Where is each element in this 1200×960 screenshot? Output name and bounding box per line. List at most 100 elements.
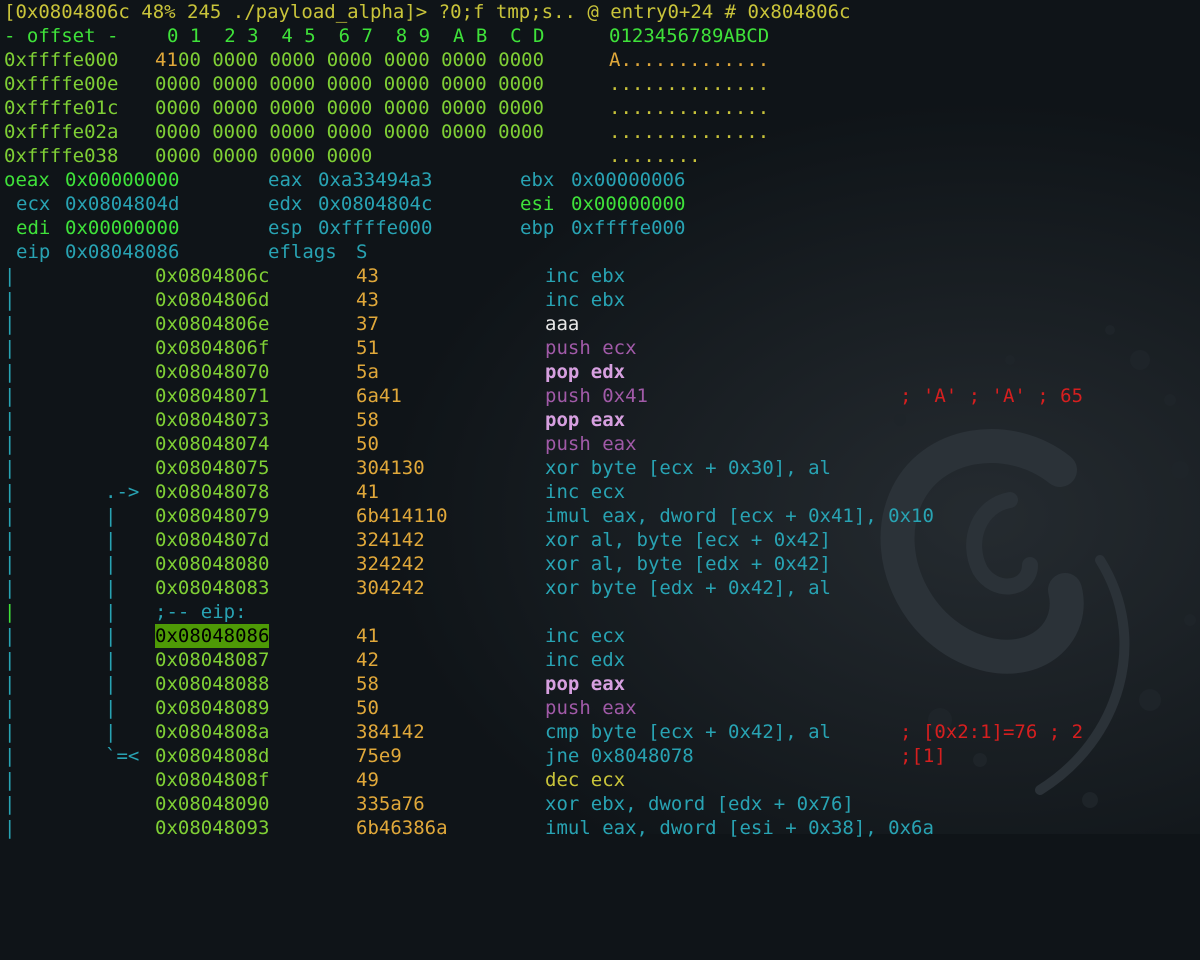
instr-bytes: 43 [356, 289, 379, 311]
instr-opcode: inc ebx [545, 289, 626, 311]
hex-row-ascii: ........ [609, 145, 701, 167]
instr-opcode: dec ecx [545, 769, 626, 791]
disasm-label-line: | | ;-- eip: [0, 600, 247, 624]
hex-row-ascii: .............. [609, 121, 770, 143]
disasm-line-current[interactable]: | | 0x08048086 41 inc ecx [0, 624, 625, 648]
instr-bytes: 37 [356, 313, 379, 335]
left-gutter-line: | [4, 337, 16, 359]
instr-opcode: imul eax, dword [ecx + 0x41], 0x10 [545, 505, 934, 527]
disasm-line[interactable]: | 0x0804808f 49 dec ecx [0, 768, 625, 792]
instr-opcode: xor al, byte [edx + 0x42] [545, 553, 831, 575]
left-gutter-line: | [4, 289, 16, 311]
instr-bytes: 51 [356, 337, 379, 359]
reg-name-esi: esi [520, 193, 555, 215]
left-gutter-line: | [4, 433, 16, 455]
instr-address: 0x08048093 [155, 817, 270, 839]
reg-name-edx: edx [268, 193, 303, 215]
disasm-line[interactable]: | | 0x0804808a 384142 cmp byte [ecx + 0x… [0, 720, 1083, 744]
reg-name-ebx: ebx [520, 169, 555, 191]
radare2-terminal: [0x0804806c 48% 245 ./payload_alpha]> ?0… [0, 0, 1200, 839]
left-gutter-line: | [4, 481, 16, 503]
disasm-line[interactable]: | 0x0804806f 51 push ecx [0, 336, 637, 360]
instr-address: 0x08048071 [155, 385, 270, 407]
instr-address: 0x0804806d [155, 289, 270, 311]
disasm-line[interactable]: | 0x08048093 6b46386a imul eax, dword [e… [0, 816, 934, 840]
reg-value-eax: 0xa33494a3 [318, 169, 433, 191]
left-gutter-line: | [4, 601, 16, 623]
left-gutter-line: | [4, 793, 16, 815]
reg-name-ecx: ecx [16, 193, 51, 215]
instr-address: 0x08048075 [155, 457, 270, 479]
instr-address: 0x08048089 [155, 697, 270, 719]
jump-flow-line: | [105, 577, 117, 599]
instr-opcode: inc edx [545, 649, 626, 671]
hex-row-ascii: .............. [609, 73, 770, 95]
instr-address: 0x08048079 [155, 505, 270, 527]
disasm-line[interactable]: | | 0x08048080 324242 xor al, byte [edx … [0, 552, 831, 576]
left-gutter-line: | [4, 553, 16, 575]
instr-comment: ; [0x2:1]=76 ; 2 [900, 721, 1084, 743]
instr-address: 0x08048078 [155, 481, 270, 503]
jump-target-arrow: .-> [105, 481, 140, 503]
instr-bytes: 304130 [356, 457, 425, 479]
instr-opcode: xor al, byte [ecx + 0x42] [545, 529, 831, 551]
disasm-line[interactable]: | .-> 0x08048078 41 inc ecx [0, 480, 625, 504]
instr-address: 0x08048090 [155, 793, 270, 815]
disasm-line[interactable]: | 0x0804806d 43 inc ebx [0, 288, 625, 312]
instr-opcode: push eax [545, 433, 637, 455]
instr-bytes: 324142 [356, 529, 425, 551]
jump-source-arrow: `=< [105, 745, 140, 767]
command-prompt[interactable]: [0x0804806c 48% 245 ./payload_alpha]> ?0… [0, 0, 850, 24]
left-gutter-line: | [4, 769, 16, 791]
disasm-line[interactable]: | | 0x08048089 50 push eax [0, 696, 637, 720]
reg-name-eax: eax [268, 169, 303, 191]
disasm-line[interactable]: | | 0x08048079 6b414110 imul eax, dword … [0, 504, 934, 528]
disasm-line[interactable]: | 0x08048075 304130 xor byte [ecx + 0x30… [0, 456, 831, 480]
hex-row-address: 0xffffe01c [4, 97, 119, 119]
disasm-line[interactable]: | 0x08048074 50 push eax [0, 432, 637, 456]
instr-address: 0x0804806e [155, 313, 270, 335]
left-gutter-line: | [4, 697, 16, 719]
disasm-line[interactable]: | 0x08048070 5a pop edx [0, 360, 625, 384]
hex-row-first-byte: 41 [155, 49, 178, 71]
left-gutter-line: | [4, 529, 16, 551]
current-eip-address: 0x08048086 [155, 624, 270, 648]
hex-row-bytes: 00 0000 0000 0000 0000 0000 0000 [178, 49, 545, 71]
prompt-text: [0x0804806c 48% 245 ./payload_alpha]> ?0… [4, 1, 851, 23]
instr-bytes: 6b46386a [356, 817, 448, 839]
disasm-line[interactable]: | 0x08048073 58 pop eax [0, 408, 625, 432]
instr-address: 0x0804807d [155, 529, 270, 551]
hex-row-ascii: A............. [609, 49, 770, 71]
register-row: oeax 0x00000000 eax 0xa33494a3 ebx 0x000… [0, 168, 685, 192]
instr-bytes: 50 [356, 433, 379, 455]
instr-address: 0x08048070 [155, 361, 270, 383]
instr-opcode: inc ecx [545, 625, 626, 647]
instr-bytes: 43 [356, 265, 379, 287]
instr-opcode: push 0x41 [545, 385, 648, 407]
disasm-line[interactable]: | 0x08048071 6a41 push 0x41 ; 'A' ; 'A' … [0, 384, 1083, 408]
reg-value-ebx: 0x00000006 [571, 169, 686, 191]
instr-bytes: 49 [356, 769, 379, 791]
disasm-line[interactable]: | 0x08048090 335a76 xor ebx, dword [edx … [0, 792, 854, 816]
left-gutter-line: | [4, 409, 16, 431]
instr-opcode: inc ebx [545, 265, 626, 287]
reg-name-ebp: ebp [520, 217, 555, 239]
disasm-line[interactable]: | 0x0804806e 37 aaa [0, 312, 579, 336]
hex-columns-header: 0 1 2 3 4 5 6 7 8 9 A B C D [167, 25, 545, 47]
left-gutter-line: | [4, 457, 16, 479]
disasm-line[interactable]: | | 0x08048087 42 inc edx [0, 648, 625, 672]
instr-opcode: xor byte [edx + 0x42], al [545, 577, 831, 599]
disasm-line[interactable]: | | 0x0804807d 324142 xor al, byte [ecx … [0, 528, 831, 552]
instr-opcode: inc ecx [545, 481, 626, 503]
hex-row-bytes: 0000 0000 0000 0000 0000 0000 0000 [155, 121, 544, 143]
hex-row: 0xffffe01c 0000 0000 0000 0000 0000 0000… [0, 96, 769, 120]
left-gutter-line: | [4, 625, 16, 647]
disasm-line[interactable]: | | 0x08048088 58 pop eax [0, 672, 625, 696]
disasm-line[interactable]: | 0x0804806c 43 inc ebx [0, 264, 625, 288]
instr-bytes: 58 [356, 673, 379, 695]
jump-flow-line: | [105, 673, 117, 695]
disasm-line[interactable]: | | 0x08048083 304242 xor byte [edx + 0x… [0, 576, 831, 600]
disasm-line[interactable]: | `=< 0x0804808d 75e9 jne 0x8048078 ;[1] [0, 744, 946, 768]
instr-opcode: pop eax [545, 409, 626, 431]
left-gutter-line: | [4, 577, 16, 599]
